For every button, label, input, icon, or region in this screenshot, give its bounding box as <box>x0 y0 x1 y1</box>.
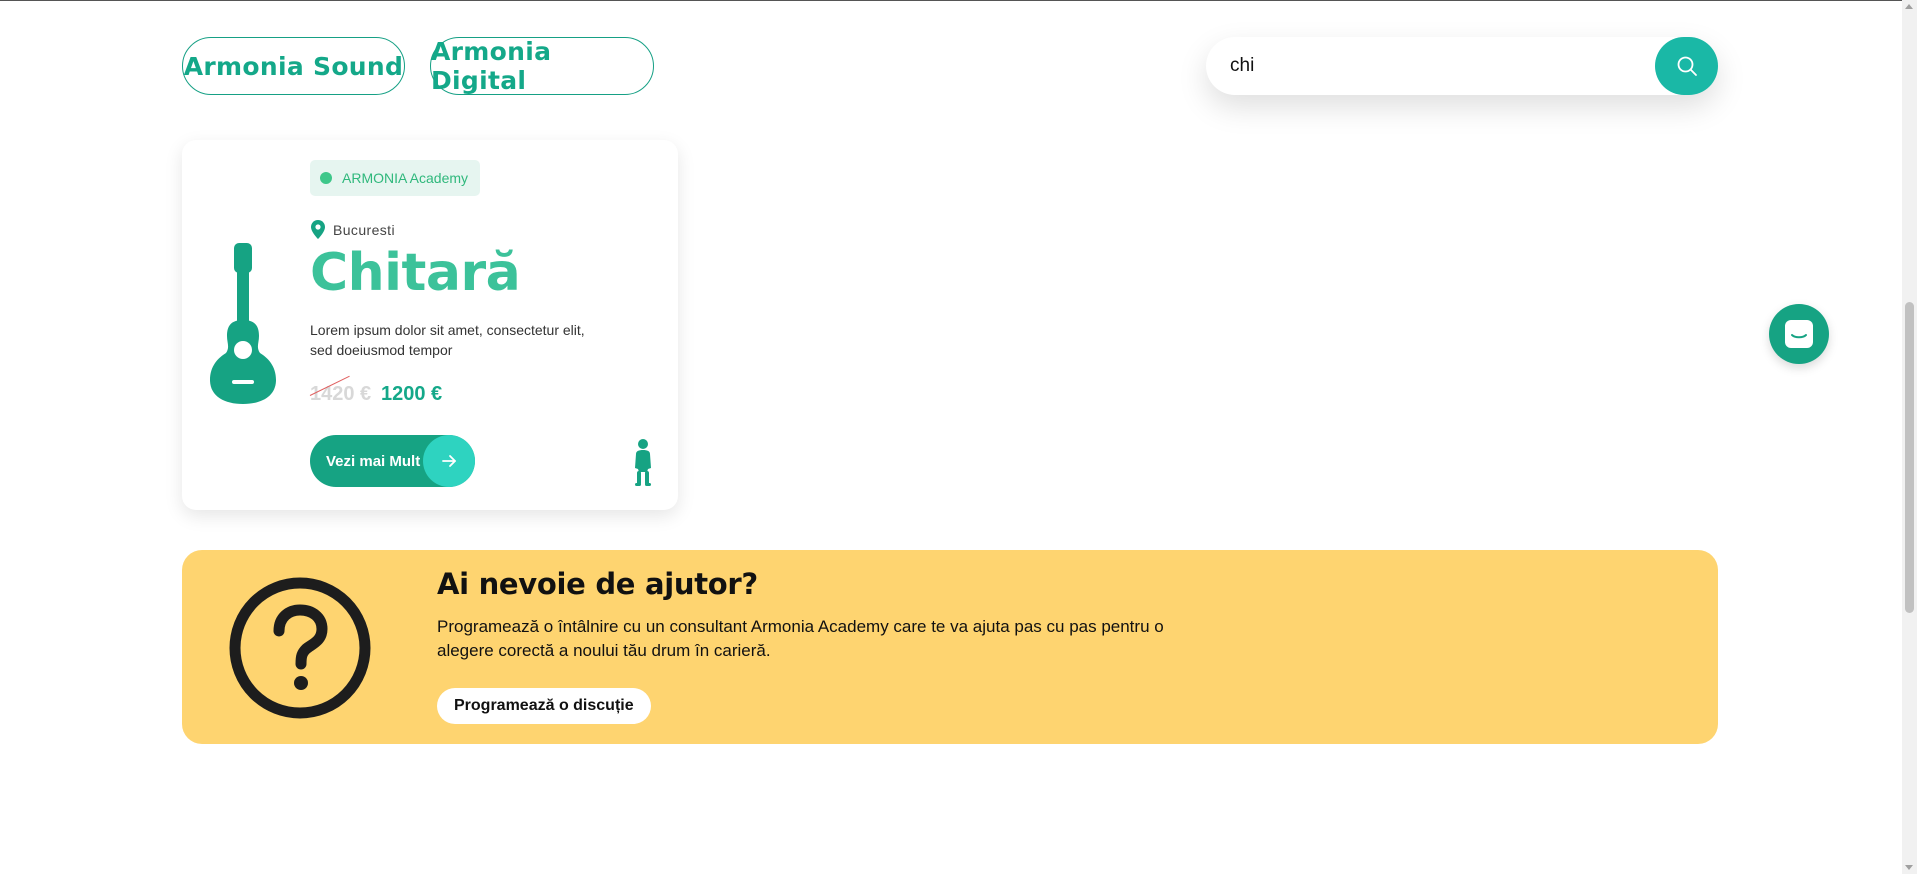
search-icon <box>1677 56 1697 76</box>
search-bar <box>1206 37 1718 95</box>
course-description: Lorem ipsum dolor sit amet, consectetur … <box>310 322 585 358</box>
new-price: 1200 € <box>381 383 443 405</box>
help-title: Ai nevoie de ajutor? <box>437 567 758 601</box>
scroll-down-arrow[interactable] <box>1905 865 1913 870</box>
chat-button[interactable] <box>1769 304 1829 364</box>
academy-badge: ARMONIA Academy <box>310 160 481 196</box>
search-button[interactable] <box>1655 37 1718 95</box>
child-icon <box>635 439 651 486</box>
help-banner: Ai nevoie de ajutor? Programează o întâl… <box>182 550 1718 744</box>
location-pin-icon <box>311 220 325 239</box>
arrow-right-icon <box>423 435 475 487</box>
question-circle-icon <box>229 577 371 719</box>
badge-dot <box>320 172 332 184</box>
old-price-value: 1420 € <box>310 383 372 405</box>
see-more-label: Vezi mai Mult <box>326 452 421 470</box>
schedule-discussion-button[interactable]: Programează o discuție <box>437 688 651 724</box>
search-input[interactable] <box>1230 37 1630 95</box>
location: Bucuresti <box>311 220 395 239</box>
help-text: Programează o întâlnire cu un consultant… <box>437 617 1164 660</box>
course-title: Chitară <box>310 243 521 303</box>
see-more-button[interactable]: Vezi mai Mult <box>310 435 475 487</box>
location-label: Bucuresti <box>333 221 395 238</box>
badge-label: ARMONIA Academy <box>342 170 469 186</box>
top-border <box>0 0 1903 1</box>
filter-armonia-sound[interactable]: Armonia Sound <box>182 37 405 95</box>
chat-icon <box>1785 320 1813 348</box>
scroll-thumb[interactable] <box>1905 302 1914 613</box>
course-card[interactable]: ARMONIA Academy Bucuresti Chitară Lorem … <box>182 140 678 510</box>
guitar-icon <box>210 243 276 404</box>
filter-armonia-digital[interactable]: Armonia Digital <box>430 37 654 95</box>
page-scrollbar[interactable] <box>1902 0 1917 874</box>
scroll-up-arrow[interactable] <box>1905 4 1913 9</box>
old-price: 1420 € <box>309 375 372 406</box>
